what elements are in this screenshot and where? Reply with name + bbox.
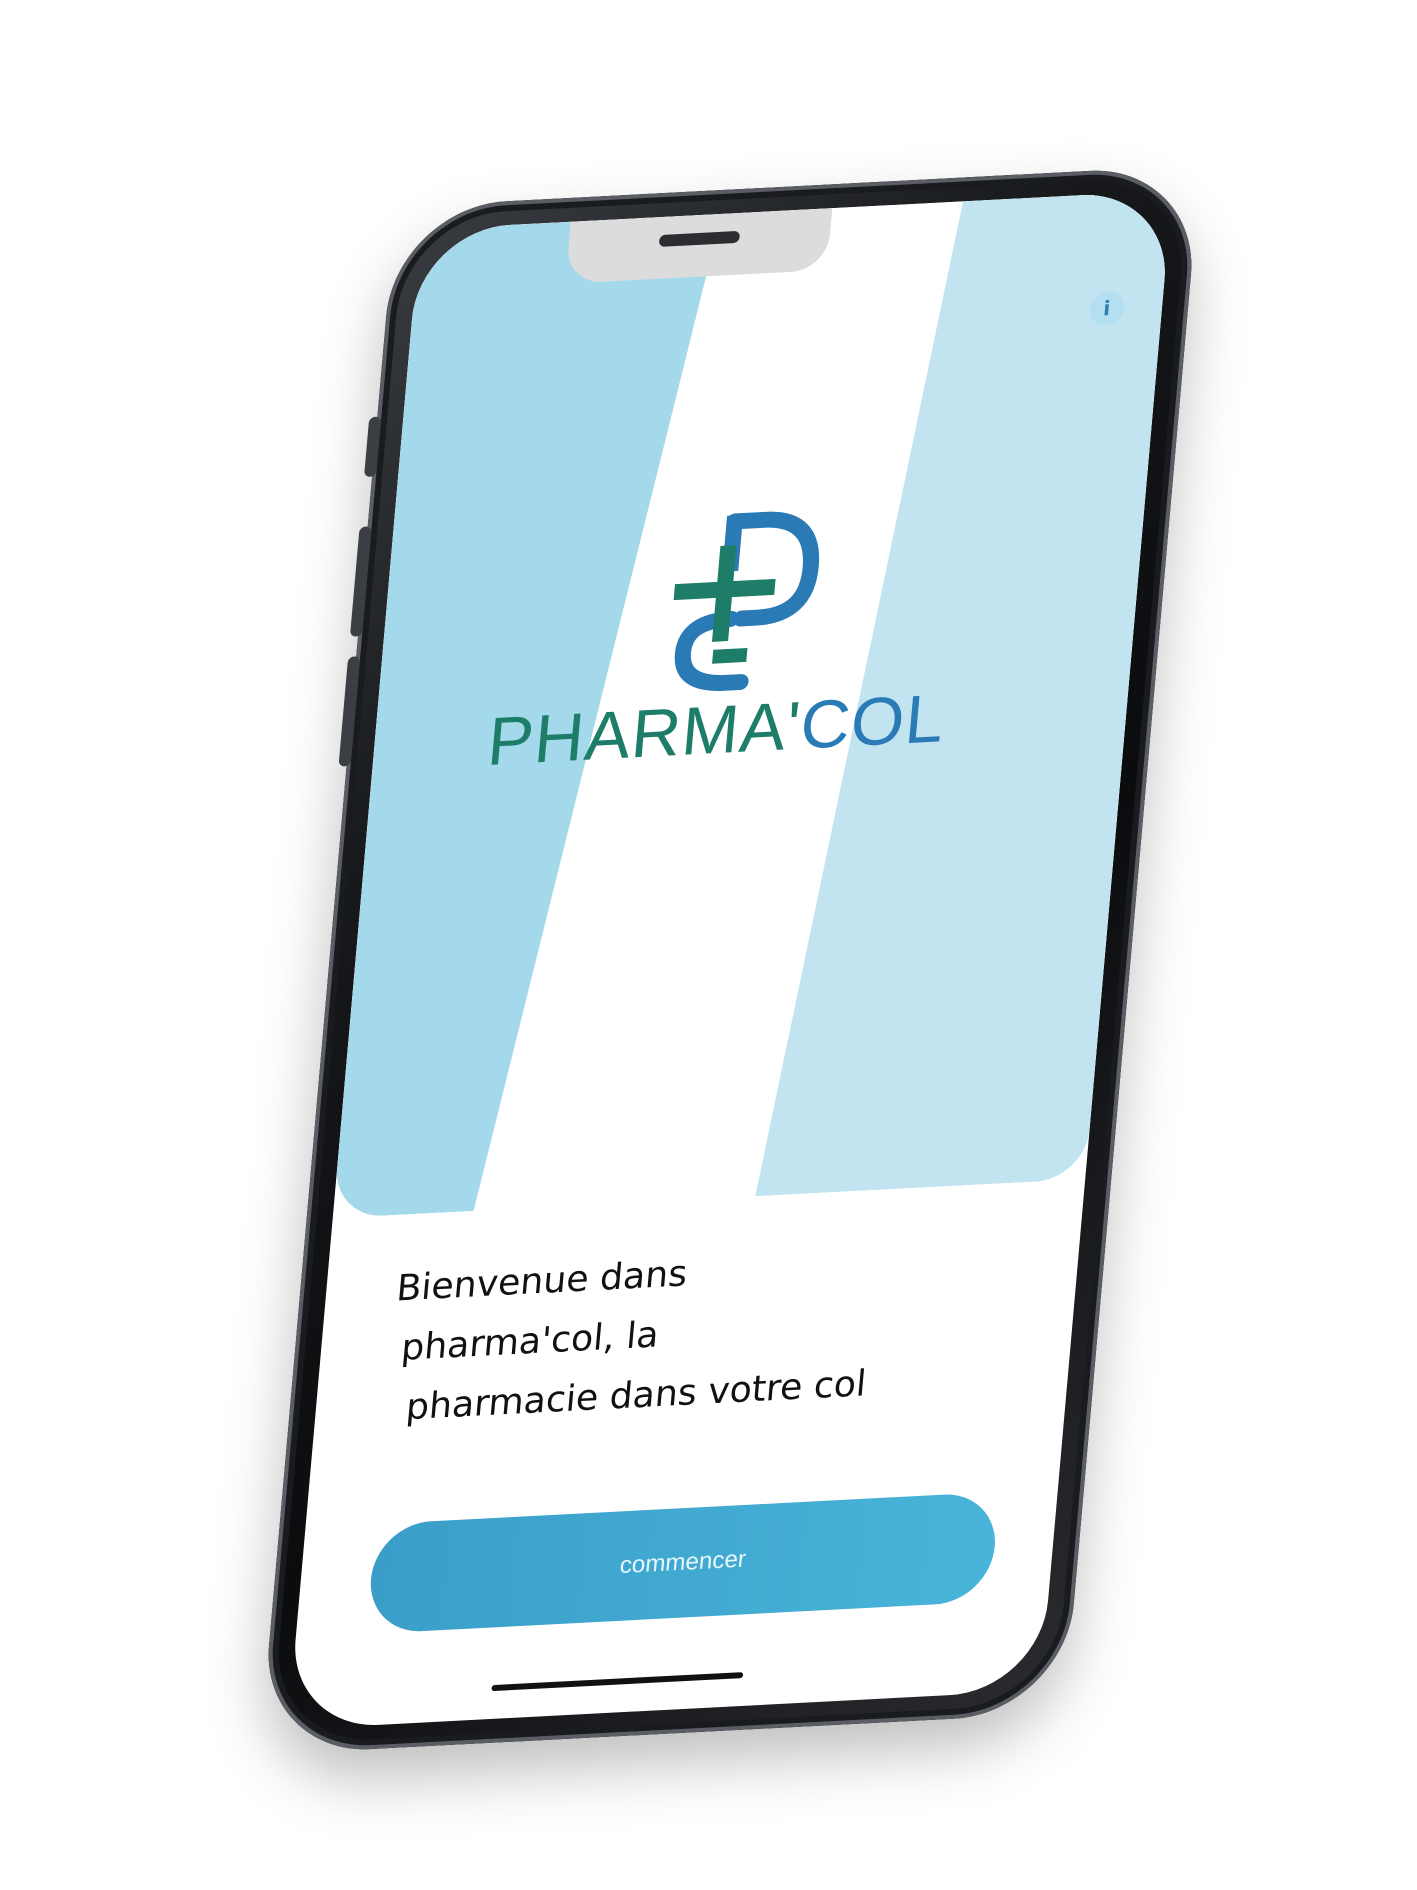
start-button-label: commencer <box>618 1545 748 1580</box>
logo-wordmark-pharma: PHARMA' <box>484 687 805 780</box>
app-logo: PHARMA'COL <box>458 488 987 814</box>
start-button[interactable]: commencer <box>366 1491 1000 1635</box>
info-icon: i <box>1102 296 1112 321</box>
stage: i PHARMA'COL Bienvenue dans pharma'col, … <box>0 0 1417 1890</box>
phone-device: i PHARMA'COL Bienvenue dans pharma'col, … <box>259 165 1201 1755</box>
speaker-grille <box>658 230 741 248</box>
welcome-message: Bienvenue dans pharma'col, la pharmacie … <box>383 1230 962 1439</box>
pharmacol-logo-icon <box>673 511 820 691</box>
home-indicator[interactable] <box>491 1672 744 1692</box>
logo-wordmark-col: COL <box>797 680 948 764</box>
phone-screen: i PHARMA'COL Bienvenue dans pharma'col, … <box>287 190 1173 1730</box>
